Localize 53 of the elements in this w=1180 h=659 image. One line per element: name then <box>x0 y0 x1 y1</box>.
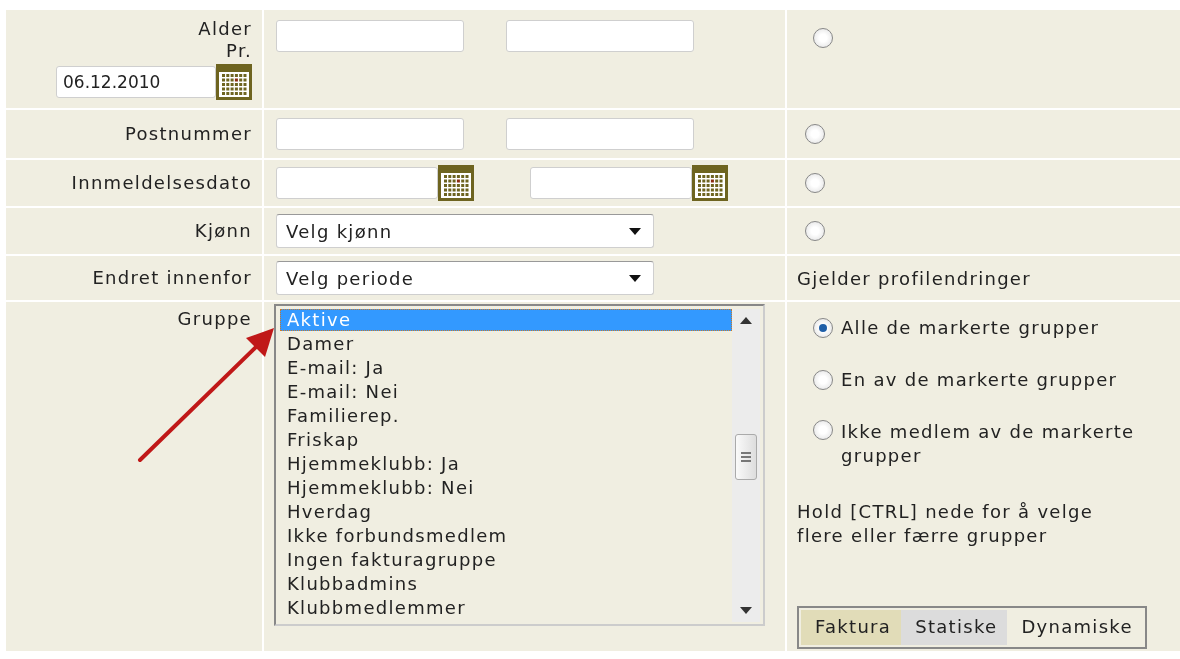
list-item[interactable]: Friskap <box>280 429 732 451</box>
tab[interactable]: Statiske <box>901 610 1008 645</box>
input-field[interactable]: 06.12.2010 <box>56 66 216 98</box>
field-label: Gruppe <box>177 308 252 330</box>
input-field[interactable] <box>276 20 464 52</box>
radio-button[interactable] <box>813 28 833 48</box>
list-item[interactable]: Familierep. <box>280 405 732 427</box>
input-field[interactable] <box>276 118 464 150</box>
list-item[interactable]: Klubbadmins <box>280 573 732 595</box>
radio-button[interactable] <box>805 124 825 144</box>
scroll-thumb[interactable] <box>735 434 757 480</box>
dropdown[interactable]: Velg periode <box>276 261 654 295</box>
list-item[interactable]: Klubbmedlemmer <box>280 597 732 619</box>
scrollbar[interactable] <box>732 309 760 622</box>
list-item[interactable]: Damer <box>280 333 732 355</box>
group-listbox[interactable]: Aktive Damer E-mail: Ja E-mail: Nei Familierep. Friskap Hjemmeklubb: Ja Hjemmeklubb: Nei Hverdag Ikke forbundsmedlem Ingen fakturagruppe Klubbadmins Klubbmedlemmer <box>274 304 765 626</box>
list-item[interactable]: Ingen fakturagruppe <box>280 549 732 571</box>
tab[interactable]: Faktura <box>801 610 902 645</box>
note-text: Gjelder profilendringer <box>797 267 1031 289</box>
input-field[interactable] <box>506 20 694 52</box>
radio-label: En av de markerte grupper <box>841 368 1118 392</box>
radio-label: Ikke medlem av de markerte grupper <box>841 420 1136 468</box>
tab[interactable]: Dynamiske <box>1007 610 1143 645</box>
list-item[interactable]: E-mail: Nei <box>280 381 732 403</box>
radio-button[interactable] <box>805 221 825 241</box>
calendar-icon[interactable] <box>438 165 474 201</box>
field-label: Endret innenfor <box>92 267 252 289</box>
field-label: Postnummer <box>124 123 252 145</box>
list-item[interactable]: Ikke forbundsmedlem <box>280 525 732 547</box>
input-field[interactable] <box>530 167 692 199</box>
radio-button[interactable] <box>813 370 833 390</box>
list-item[interactable]: E-mail: Ja <box>280 357 732 379</box>
field-label: Kjønn <box>194 220 252 242</box>
calendar-icon[interactable] <box>216 64 252 100</box>
list-item[interactable]: Hverdag <box>280 501 732 523</box>
caret-icon <box>629 227 641 235</box>
radio-label: Alle de markerte grupper <box>841 316 1100 340</box>
scroll-down-icon[interactable] <box>740 607 752 614</box>
list-item[interactable]: Hjemmeklubb: Nei <box>280 477 732 499</box>
field-label: Innmeldelsesdato <box>71 172 252 194</box>
hint-text: Hold [CTRL] nede for å velge flere eller færre grupper <box>797 500 1095 548</box>
field-label: Pr. <box>226 40 252 62</box>
scroll-up-icon[interactable] <box>740 317 752 324</box>
input-field[interactable] <box>506 118 694 150</box>
radio-button[interactable] <box>805 173 825 193</box>
calendar-icon[interactable] <box>692 165 728 201</box>
caret-icon <box>629 274 641 282</box>
radio-button[interactable] <box>813 318 833 338</box>
dropdown[interactable]: Velg kjønn <box>276 214 654 248</box>
list-item[interactable]: Hjemmeklubb: Ja <box>280 453 732 475</box>
input-field[interactable] <box>276 167 438 199</box>
field-label: Alder <box>198 18 252 40</box>
radio-button[interactable] <box>813 420 833 440</box>
